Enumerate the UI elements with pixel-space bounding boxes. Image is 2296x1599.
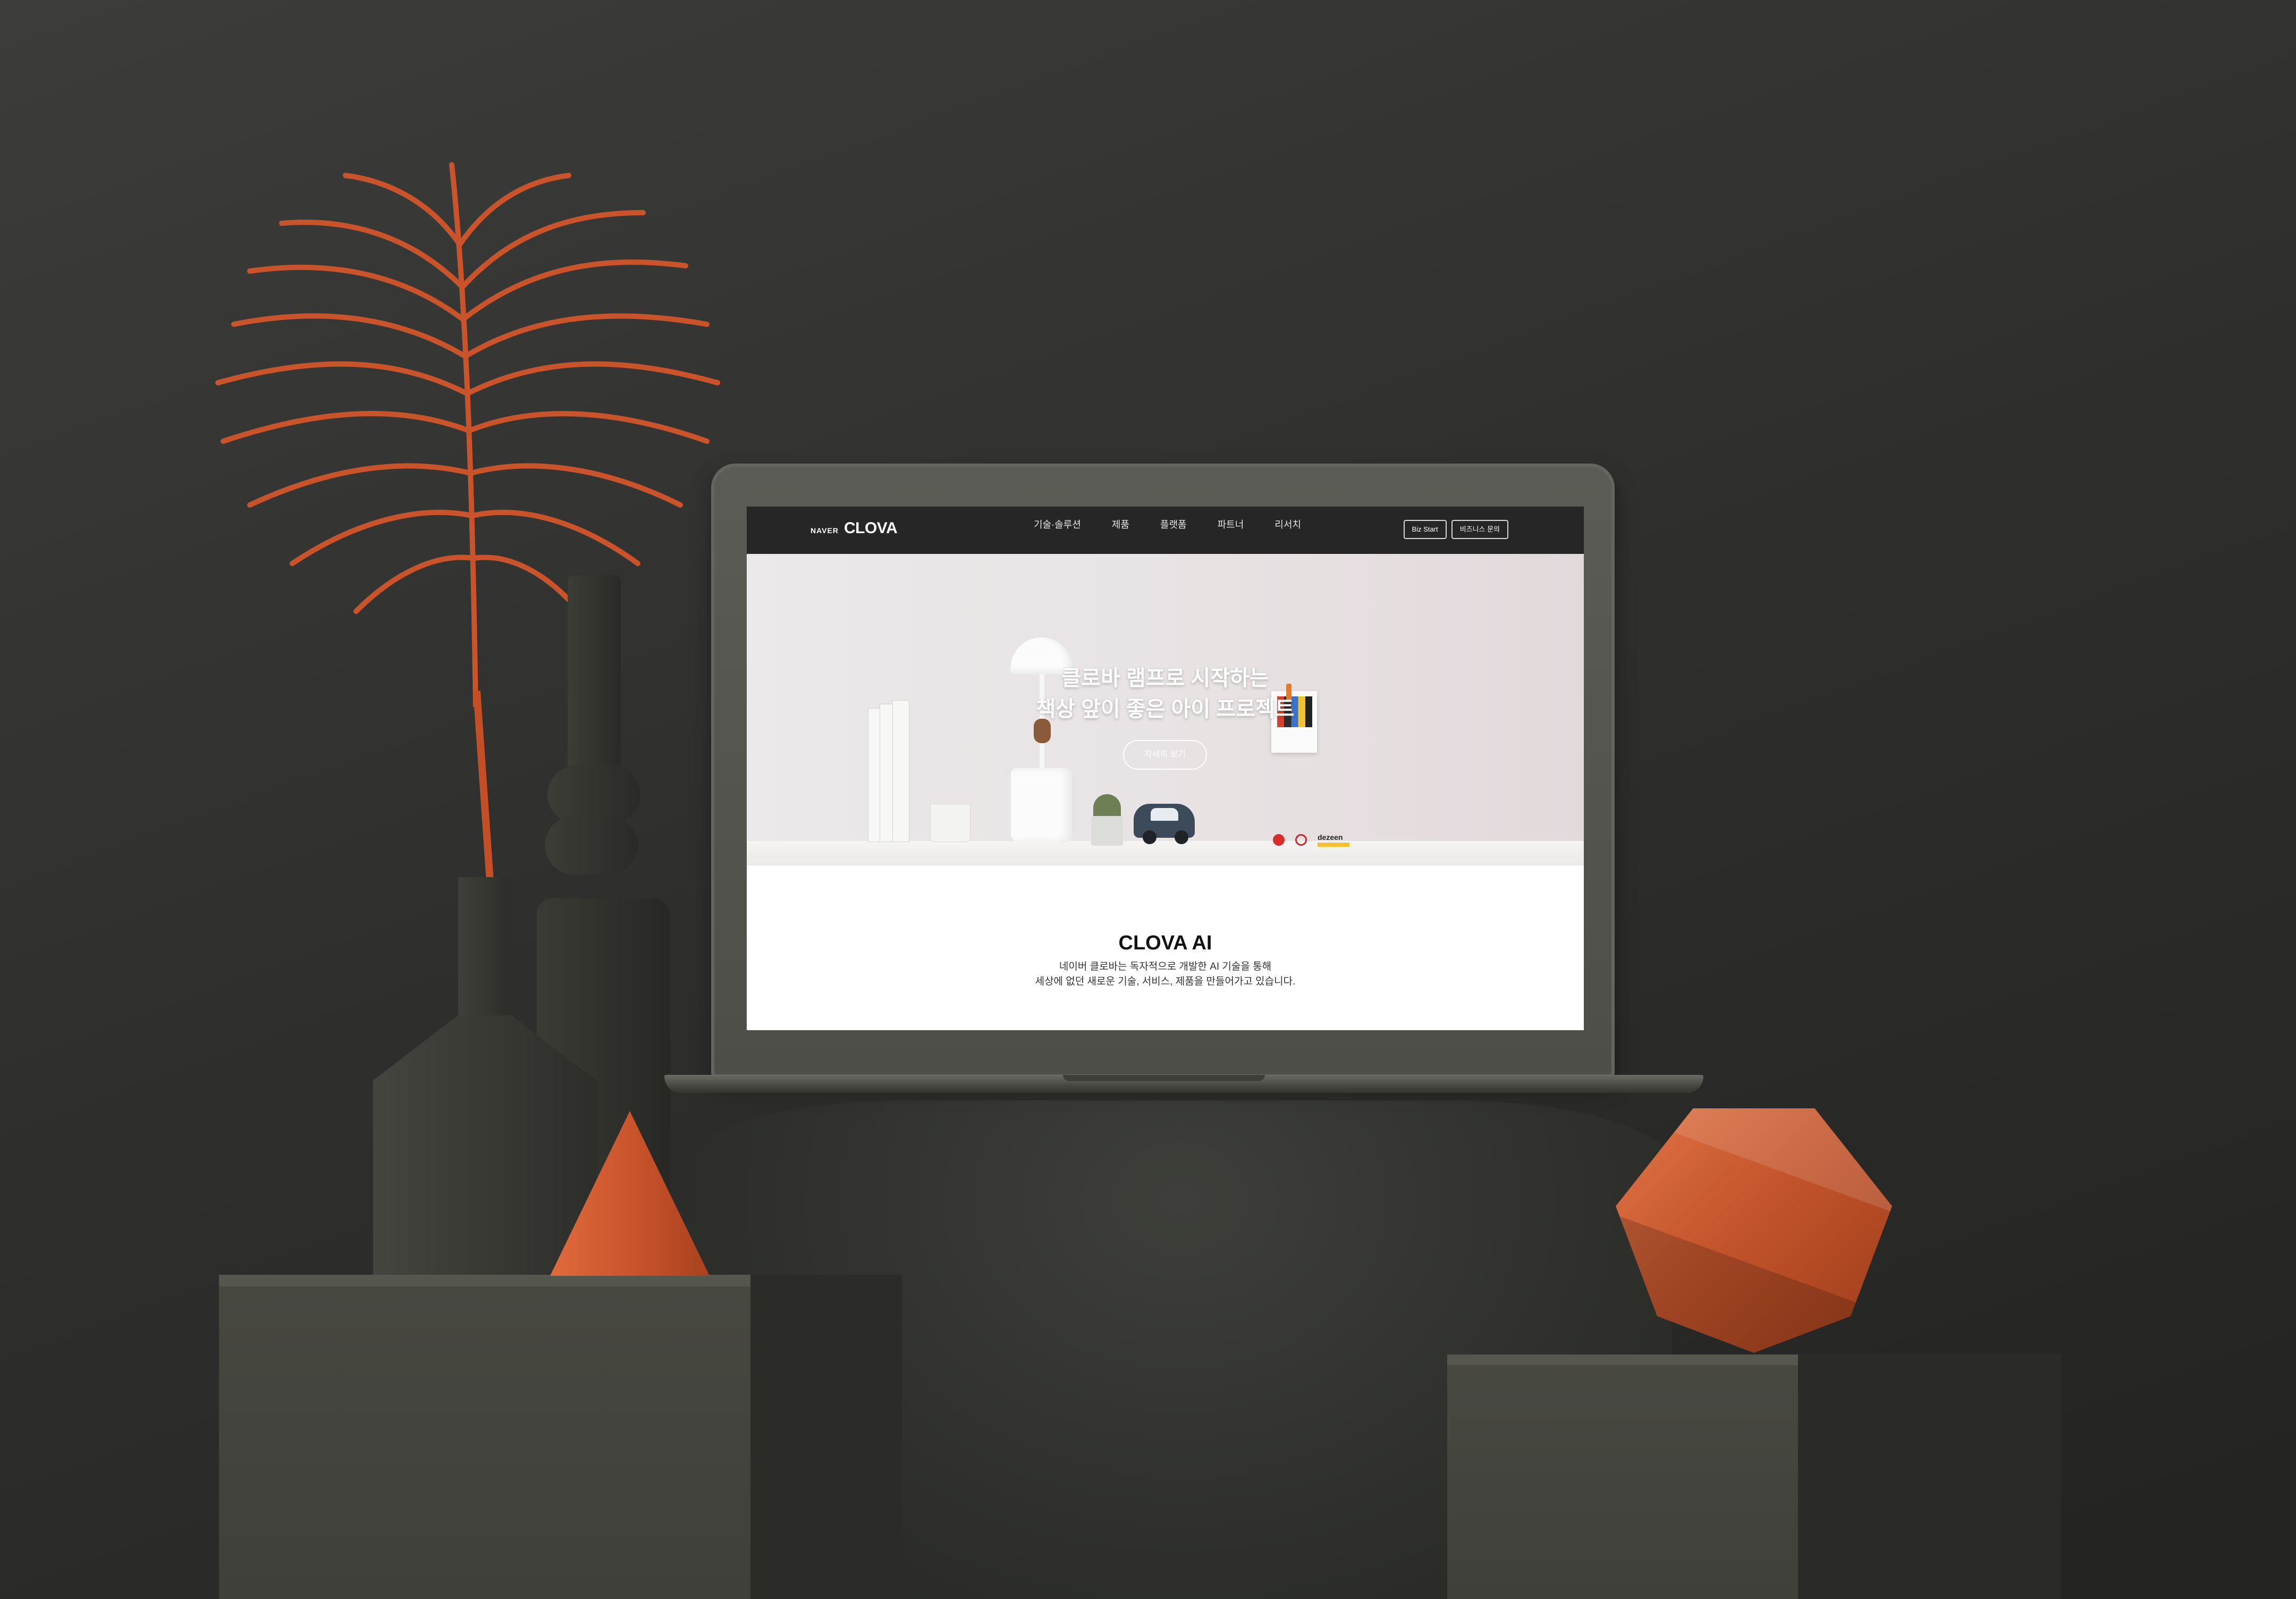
dezeen-award-text: dezeen (1318, 833, 1343, 841)
nav-item-tech-solution[interactable]: 기술·솔루션 (1034, 517, 1081, 531)
hero-pen-holder (930, 804, 970, 842)
hero-banner: 클로바 램프로 시작하는 책상 앞이 좋은 아이 프로젝트 자세히 보기 dez… (747, 554, 1584, 865)
intro-line2: 세상에 없던 새로운 기술, 서비스, 제품을 만들어가고 있습니다. (1035, 976, 1296, 987)
palm-frond-stem (473, 691, 494, 882)
toy-car-wheel (1143, 830, 1157, 844)
hero-book-decor (880, 704, 893, 842)
logo-clova-text: CLOVA (843, 519, 898, 537)
toy-car-window (1151, 808, 1178, 821)
left-pedestal-top (219, 1275, 750, 1286)
logo-naver-text: NAVER (811, 526, 839, 535)
hero-desk-surface (747, 841, 1584, 865)
intro-title: CLOVA AI (1118, 932, 1212, 954)
red-dot-award-icon (1273, 834, 1285, 846)
intro-description: 네이버 클로바는 독자적으로 개발한 AI 기술을 통해 세상에 없던 새로운 … (747, 960, 1584, 989)
hero-book-decor (868, 708, 881, 842)
award-logos: dezeen (1273, 833, 1349, 847)
mockup-scene: NAVER CLOVA 기술·솔루션 제품 플랫폼 파트너 리서치 Biz St… (0, 0, 2296, 1599)
nav-item-platform[interactable]: 플랫폼 (1160, 517, 1187, 531)
design-award-icon (1295, 834, 1307, 846)
site-header: NAVER CLOVA 기술·솔루션 제품 플랫폼 파트너 리서치 Biz St… (747, 507, 1584, 554)
nav-item-products[interactable]: 제품 (1112, 517, 1129, 531)
business-inquiry-button[interactable]: 비즈니스 문의 (1451, 520, 1508, 539)
laptop-screen: NAVER CLOVA 기술·솔루션 제품 플랫폼 파트너 리서치 Biz St… (747, 507, 1584, 1030)
left-pedestal-side (750, 1275, 902, 1599)
hero-headline-line1: 클로바 램프로 시작하는 (1061, 667, 1269, 690)
right-pedestal-side (1798, 1354, 2061, 1599)
main-nav: 기술·솔루션 제품 플랫폼 파트너 리서치 (1034, 517, 1301, 531)
clova-logo[interactable]: NAVER CLOVA (811, 519, 898, 537)
nav-item-partners[interactable]: 파트너 (1218, 517, 1244, 531)
tall-vase-bulb (545, 816, 638, 874)
nav-item-research[interactable]: 리서치 (1274, 517, 1301, 531)
clova-lamp-base (1011, 768, 1072, 843)
hero-headline: 클로바 램프로 시작하는 책상 앞이 좋은 아이 프로젝트 (747, 663, 1584, 725)
right-pedestal-top (1447, 1354, 1798, 1365)
header-buttons: Biz Start 비즈니스 문의 (1403, 520, 1508, 539)
tall-vase-bulb (547, 765, 640, 824)
cactus-pot (1091, 816, 1123, 846)
hero-headline-line2: 책상 앞이 좋은 아이 프로젝트 (1036, 697, 1295, 721)
dezeen-award-logo: dezeen (1318, 833, 1349, 847)
view-details-button[interactable]: 자세히 보기 (1123, 740, 1207, 770)
dezeen-award-bar (1318, 843, 1349, 847)
laptop-notch (1063, 1075, 1265, 1081)
bottle-vase-neck (458, 877, 510, 1021)
right-pedestal (1447, 1354, 1798, 1599)
left-pedestal (219, 1275, 750, 1599)
tall-vase-neck (568, 575, 621, 798)
biz-start-button[interactable]: Biz Start (1403, 520, 1447, 539)
intro-line1: 네이버 클로바는 독자적으로 개발한 AI 기술을 통해 (1059, 961, 1272, 972)
toy-car-wheel (1175, 830, 1188, 844)
palm-frond-decor (215, 162, 720, 707)
